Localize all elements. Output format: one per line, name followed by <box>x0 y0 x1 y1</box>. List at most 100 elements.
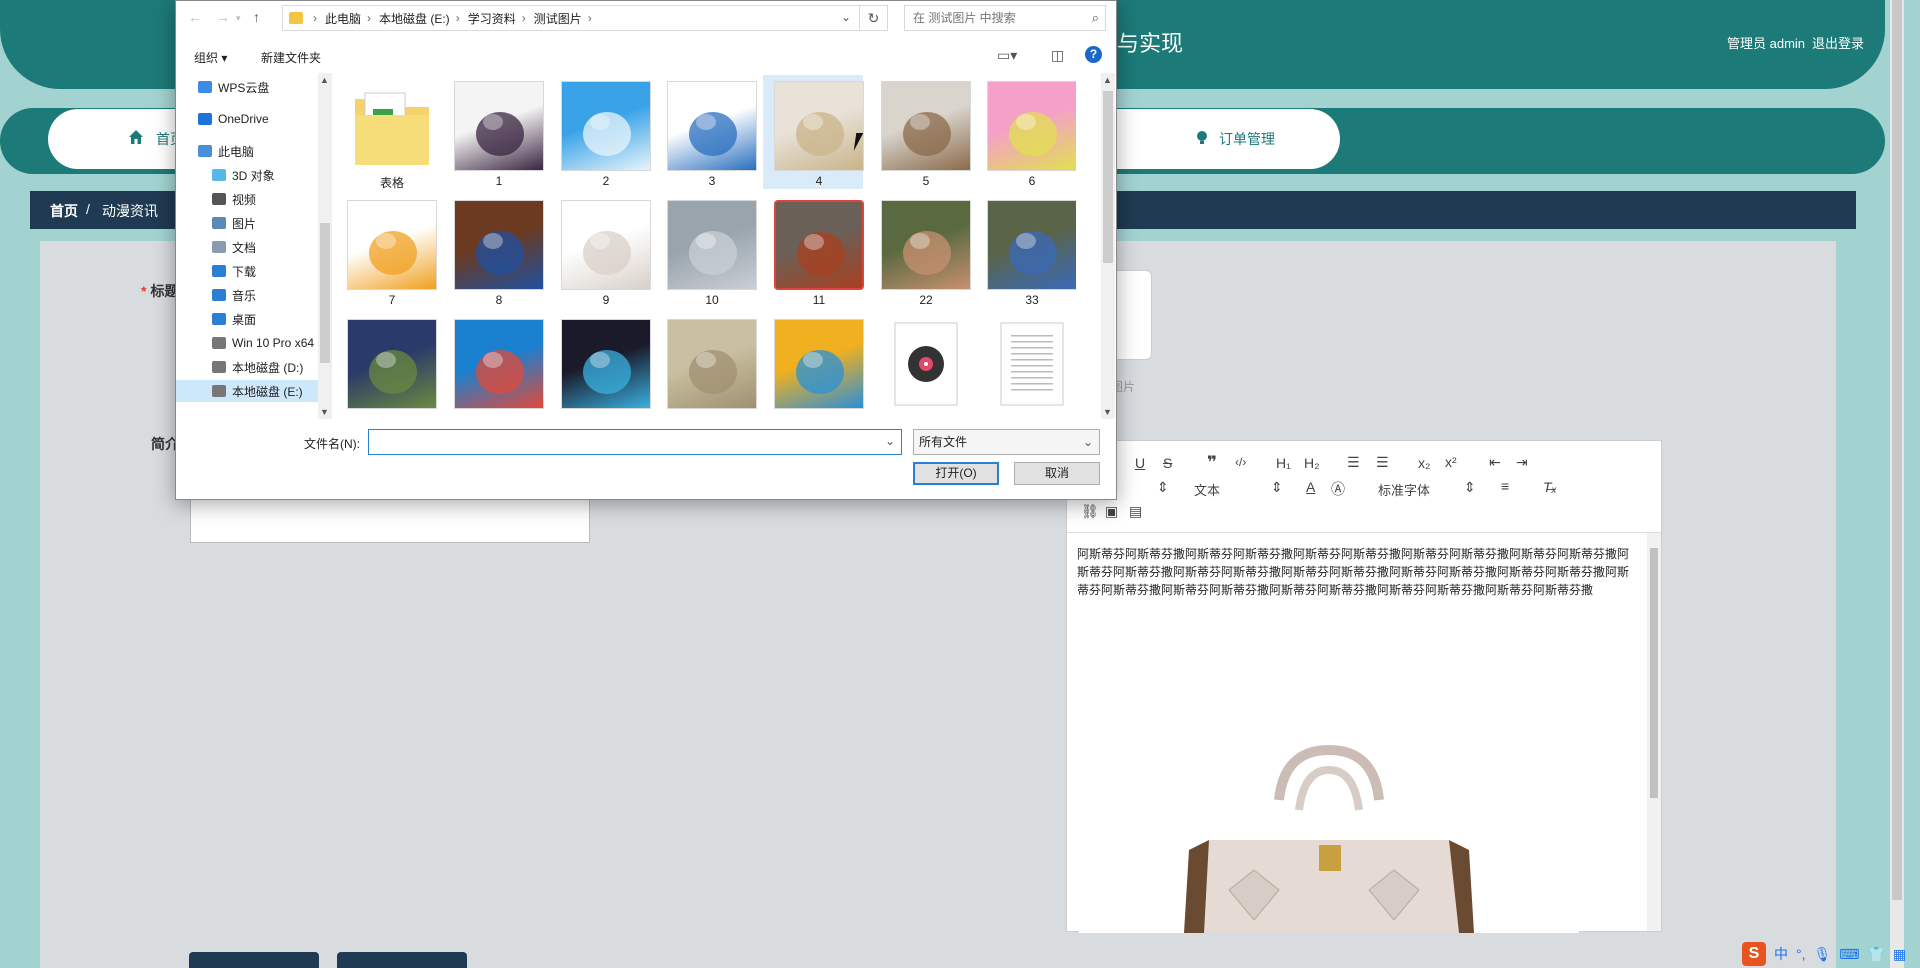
nav-item[interactable]: 图片 <box>176 212 318 234</box>
nav-pane-scrollbar[interactable]: ▲ ▼ <box>318 73 332 419</box>
file-item[interactable]: 11 <box>763 194 864 308</box>
path-drive-e[interactable]: 本地磁盘 (E:) <box>379 10 450 27</box>
blockquote-icon[interactable]: ❞ <box>1207 453 1217 473</box>
nav-item[interactable]: 文档 <box>176 236 318 258</box>
filename-dropdown-icon[interactable]: ⌄ <box>885 434 895 448</box>
nav-item[interactable]: 视频 <box>176 188 318 210</box>
search-box[interactable]: ⌕ <box>904 5 1106 31</box>
skin-icon[interactable]: 👕 <box>1868 946 1885 963</box>
text-type-select[interactable]: 文本 <box>1194 480 1220 499</box>
filename-field[interactable]: ⌄ <box>368 429 902 455</box>
h2-icon[interactable]: H₂ <box>1304 455 1320 471</box>
intro-textarea[interactable] <box>190 495 590 543</box>
address-dropdown-icon[interactable]: ⌄ <box>841 10 851 24</box>
file-item[interactable]: 5 <box>870 75 971 189</box>
nav-item[interactable]: 3D 对象 <box>176 164 318 186</box>
punctuation-icon[interactable]: °, <box>1796 946 1806 962</box>
filename-input[interactable] <box>373 431 873 453</box>
recent-dropdown-icon[interactable]: ▾ <box>236 13 241 24</box>
editor-content-text[interactable]: 阿斯蒂芬阿斯蒂芬撒阿斯蒂芬阿斯蒂芬撒阿斯蒂芬阿斯蒂芬撒阿斯蒂芬阿斯蒂芬撒阿斯蒂芬… <box>1077 545 1637 599</box>
nav-item[interactable]: 此电脑 <box>176 140 318 162</box>
align-icon[interactable]: ≡ <box>1501 478 1509 494</box>
editor-scrollbar[interactable] <box>1647 533 1661 931</box>
ime-toolbar[interactable]: S 中 °, 🎙 ⌨ 👕 ▦ <box>1742 940 1920 968</box>
underline-icon[interactable]: U <box>1135 455 1145 471</box>
font-color-icon[interactable]: A <box>1306 479 1315 495</box>
forward-arrow-icon[interactable]: → <box>216 9 230 25</box>
bg-color-icon[interactable]: Ⓐ <box>1331 479 1345 499</box>
up-arrow-icon[interactable]: ↑ <box>253 9 260 25</box>
submit-button[interactable] <box>189 952 319 968</box>
path-test-images[interactable]: 测试图片 <box>534 10 582 27</box>
new-folder-button[interactable]: 新建文件夹 <box>261 49 321 66</box>
nav-item[interactable]: 本地磁盘 (E:) <box>176 380 318 402</box>
file-item[interactable]: 3 <box>656 75 757 189</box>
nav-item[interactable]: 下载 <box>176 260 318 282</box>
refresh-icon[interactable]: ↻ <box>860 5 888 31</box>
file-item[interactable] <box>656 313 757 419</box>
nav-item[interactable]: OneDrive <box>176 108 318 130</box>
video-icon[interactable]: ▤ <box>1129 503 1142 520</box>
nav-order-management[interactable]: 订单管理 <box>1130 109 1340 169</box>
file-item[interactable]: 9 <box>550 194 651 308</box>
file-item[interactable] <box>870 313 971 419</box>
size-select-arrow-icon[interactable]: ⇕ <box>1157 479 1169 496</box>
font-family-select[interactable]: 标准字体 <box>1378 480 1430 499</box>
nav-item[interactable]: Win 10 Pro x64 <box>176 332 318 354</box>
breadcrumb-home[interactable]: 首页 <box>50 201 78 221</box>
code-icon[interactable]: ‹/› <box>1235 455 1246 469</box>
microphone-icon[interactable]: 🎙 <box>1814 946 1832 963</box>
filetype-select[interactable]: 所有文件 ⌄ <box>913 429 1100 455</box>
path-study-material[interactable]: 学习资料 <box>468 10 516 27</box>
file-item[interactable]: 22 <box>870 194 971 308</box>
file-item[interactable]: 8 <box>443 194 544 308</box>
path-this-pc[interactable]: 此电脑 <box>325 10 361 27</box>
page-cancel-button[interactable] <box>337 952 467 968</box>
h1-icon[interactable]: H₁ <box>1276 455 1291 471</box>
file-item[interactable]: 7 <box>336 194 437 308</box>
organize-button[interactable]: 组织 ▾ <box>194 49 227 66</box>
preview-pane-icon[interactable]: ◫ <box>1051 47 1064 64</box>
file-item[interactable] <box>976 313 1076 419</box>
keyboard-icon[interactable]: ⌨ <box>1839 946 1859 963</box>
search-input[interactable] <box>913 6 1083 30</box>
file-item[interactable]: 6 <box>976 75 1076 189</box>
outdent-icon[interactable]: ⇤ <box>1489 454 1501 471</box>
page-scrollbar[interactable] <box>1890 0 1904 968</box>
indent-icon[interactable]: ⇥ <box>1516 454 1528 471</box>
file-item[interactable]: 4 <box>763 75 864 189</box>
superscript-icon[interactable]: x² <box>1445 454 1457 470</box>
ordered-list-icon[interactable]: ☰ <box>1347 454 1360 471</box>
bullet-list-icon[interactable]: ☰ <box>1376 454 1389 471</box>
file-item[interactable]: 1 <box>443 75 544 189</box>
ime-language[interactable]: 中 <box>1774 944 1788 964</box>
search-icon[interactable]: ⌕ <box>1092 10 1099 26</box>
nav-item[interactable]: 桌面 <box>176 308 318 330</box>
nav-item[interactable]: 音乐 <box>176 284 318 306</box>
subscript-icon[interactable]: x₂ <box>1418 455 1430 471</box>
file-item[interactable] <box>763 313 864 419</box>
open-button[interactable]: 打开(O) <box>913 462 999 485</box>
address-bar[interactable]: › 此电脑 › 本地磁盘 (E:) › 学习资料 › 测试图片 › ⌄ <box>282 5 860 31</box>
file-item[interactable] <box>443 313 544 419</box>
strike-icon[interactable]: S <box>1163 455 1172 471</box>
back-arrow-icon[interactable]: ← <box>188 9 202 25</box>
toolbox-icon[interactable]: ▦ <box>1893 946 1906 963</box>
cancel-button[interactable]: 取消 <box>1014 462 1100 485</box>
link-icon[interactable]: ⛓ <box>1081 503 1099 520</box>
file-item[interactable] <box>336 313 437 419</box>
nav-item[interactable]: 本地磁盘 (D:) <box>176 356 318 378</box>
nav-item[interactable]: WPS云盘 <box>176 76 318 98</box>
logout-link[interactable]: 退出登录 <box>1812 33 1864 52</box>
file-item[interactable] <box>550 313 651 419</box>
file-item[interactable]: 2 <box>550 75 651 189</box>
file-item[interactable]: 33 <box>976 194 1076 308</box>
view-mode-icon[interactable]: ▭▾ <box>997 47 1017 64</box>
image-icon[interactable]: ▣ <box>1105 503 1118 520</box>
file-item[interactable]: 10 <box>656 194 757 308</box>
file-list-scrollbar[interactable]: ▲ ▼ <box>1101 73 1115 419</box>
file-item[interactable]: 表格 <box>336 75 437 190</box>
clear-format-icon[interactable]: T̶ₓ <box>1543 479 1557 495</box>
sogou-logo-icon[interactable]: S <box>1742 942 1766 966</box>
help-icon[interactable]: ? <box>1085 46 1102 63</box>
